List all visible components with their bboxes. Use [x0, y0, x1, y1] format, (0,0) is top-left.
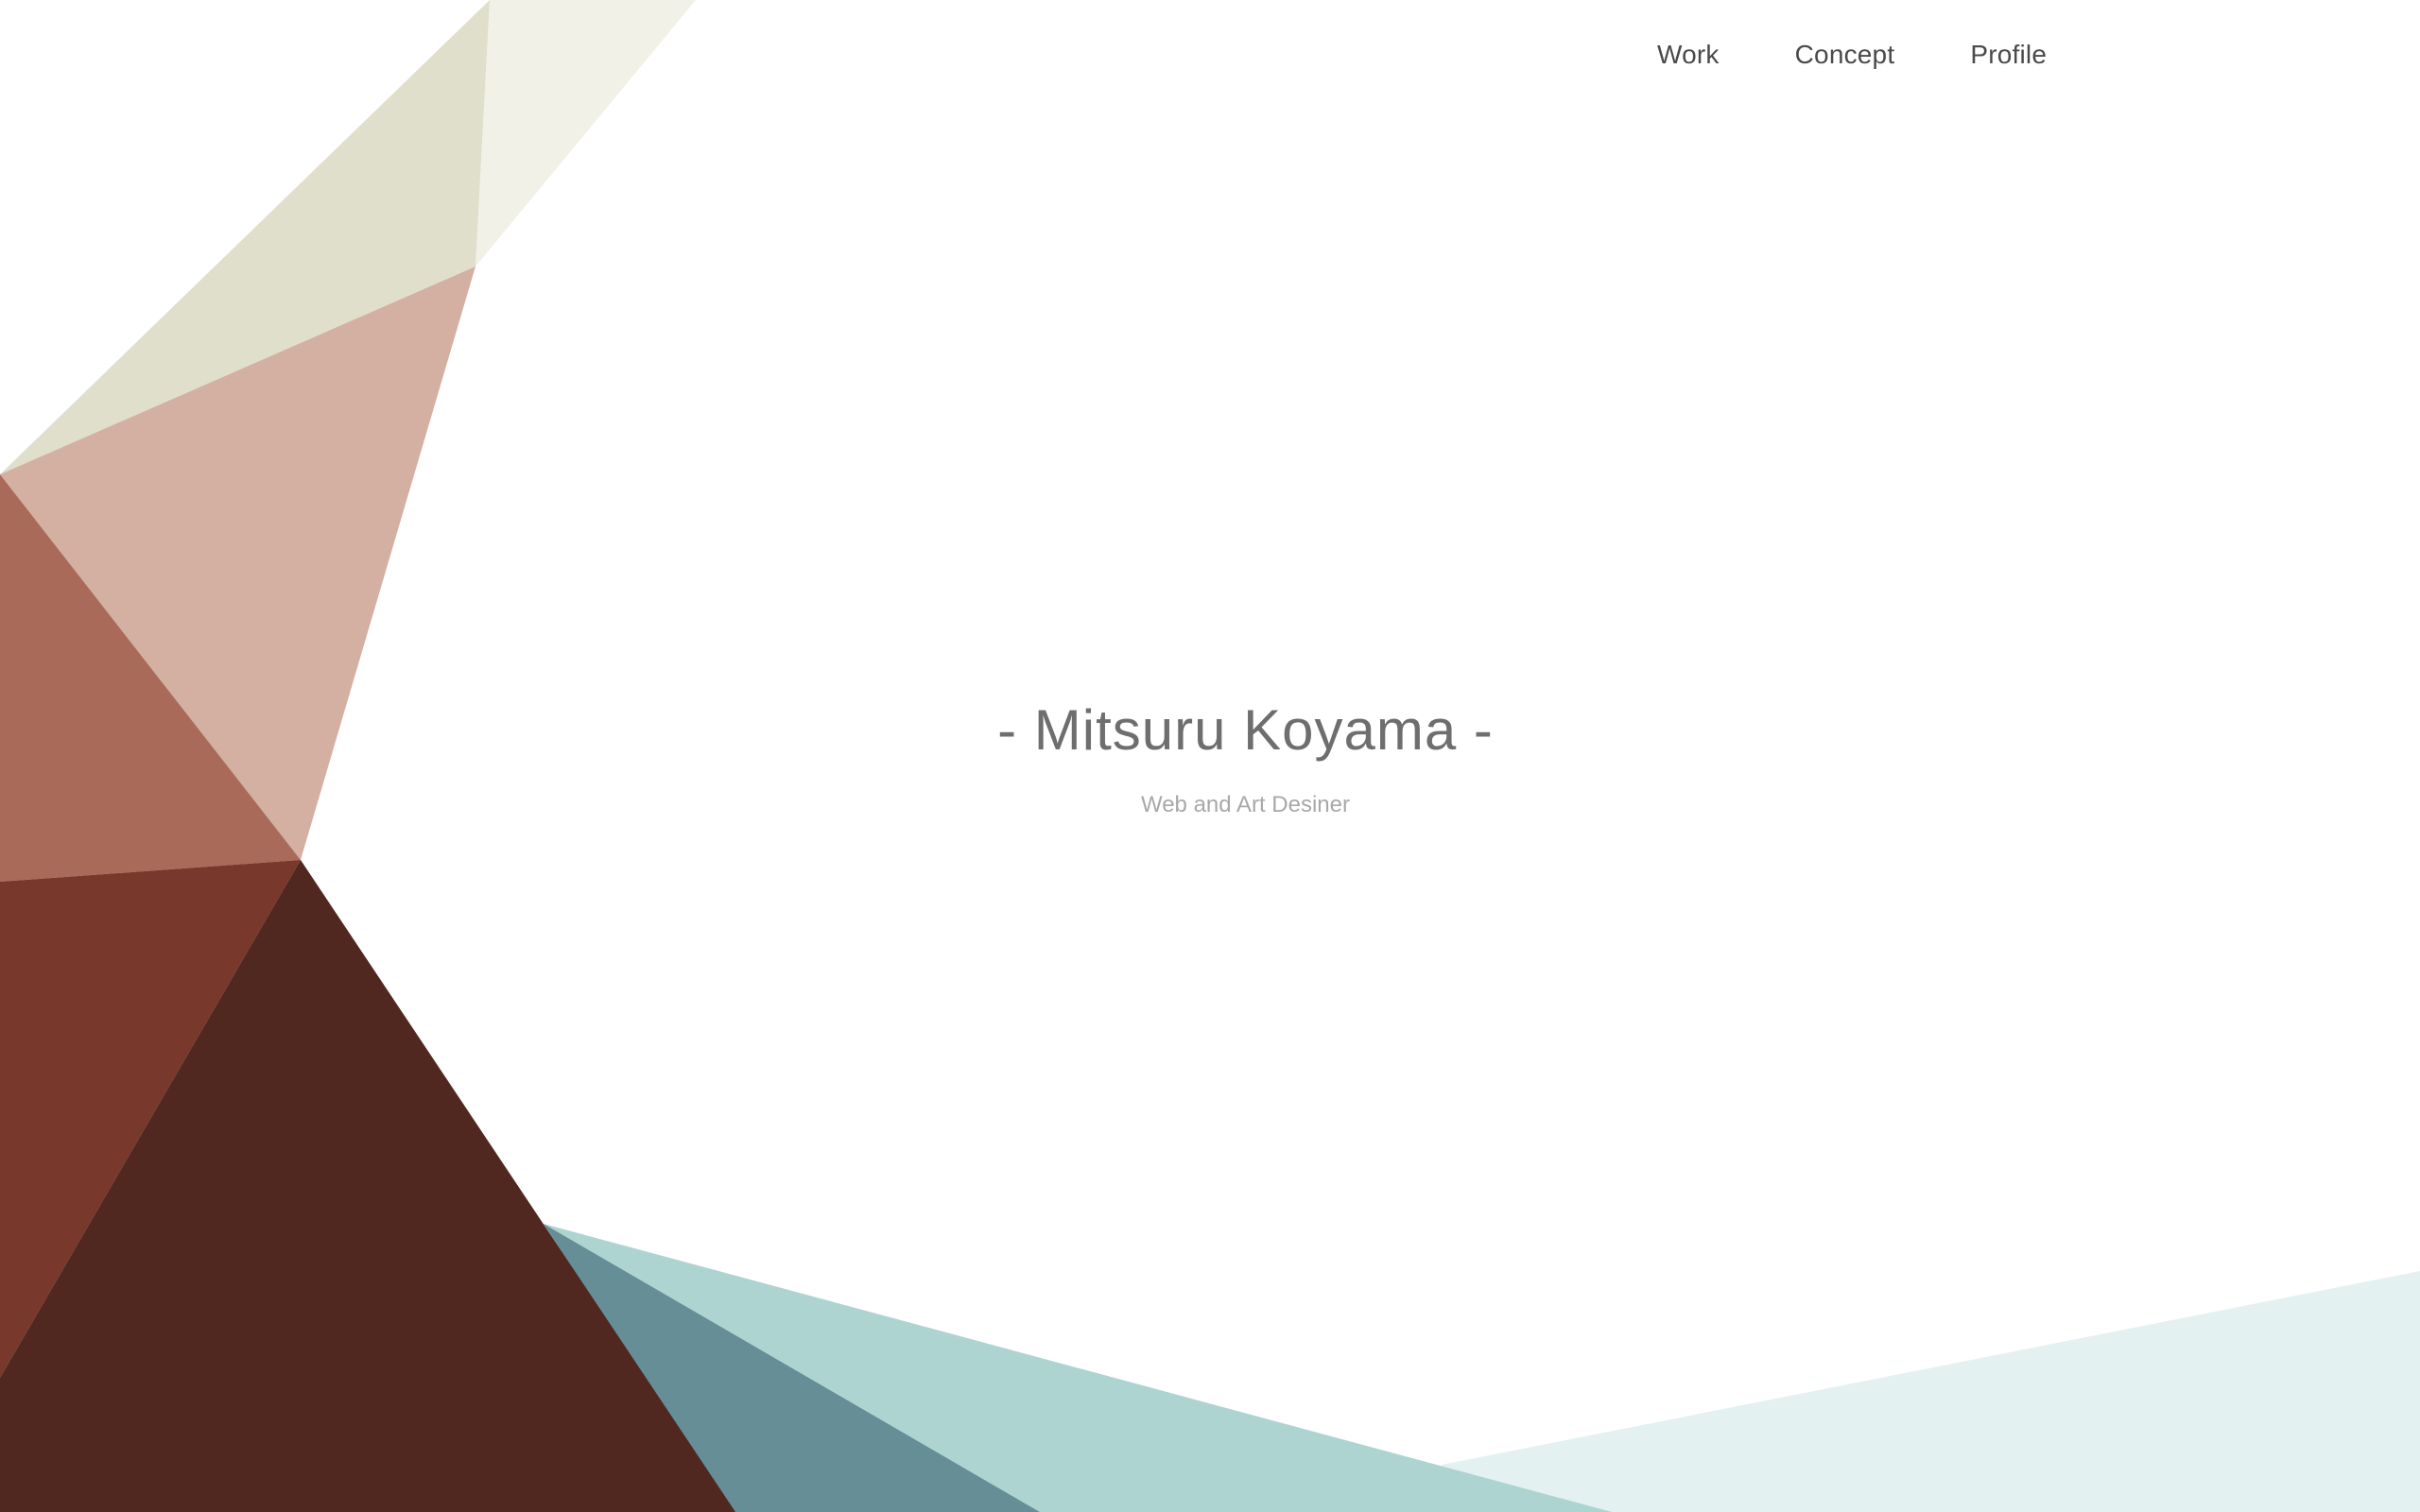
nav-link-concept[interactable]: Concept — [1795, 40, 1895, 70]
facet-pale-mint — [1442, 1271, 2420, 1512]
facet-pale-cream — [475, 0, 696, 266]
main-nav: Work Concept Profile — [1657, 40, 2047, 70]
nav-link-work[interactable]: Work — [1657, 40, 1720, 70]
nav-link-profile[interactable]: Profile — [1970, 40, 2047, 70]
polygon-background — [0, 0, 2420, 1512]
